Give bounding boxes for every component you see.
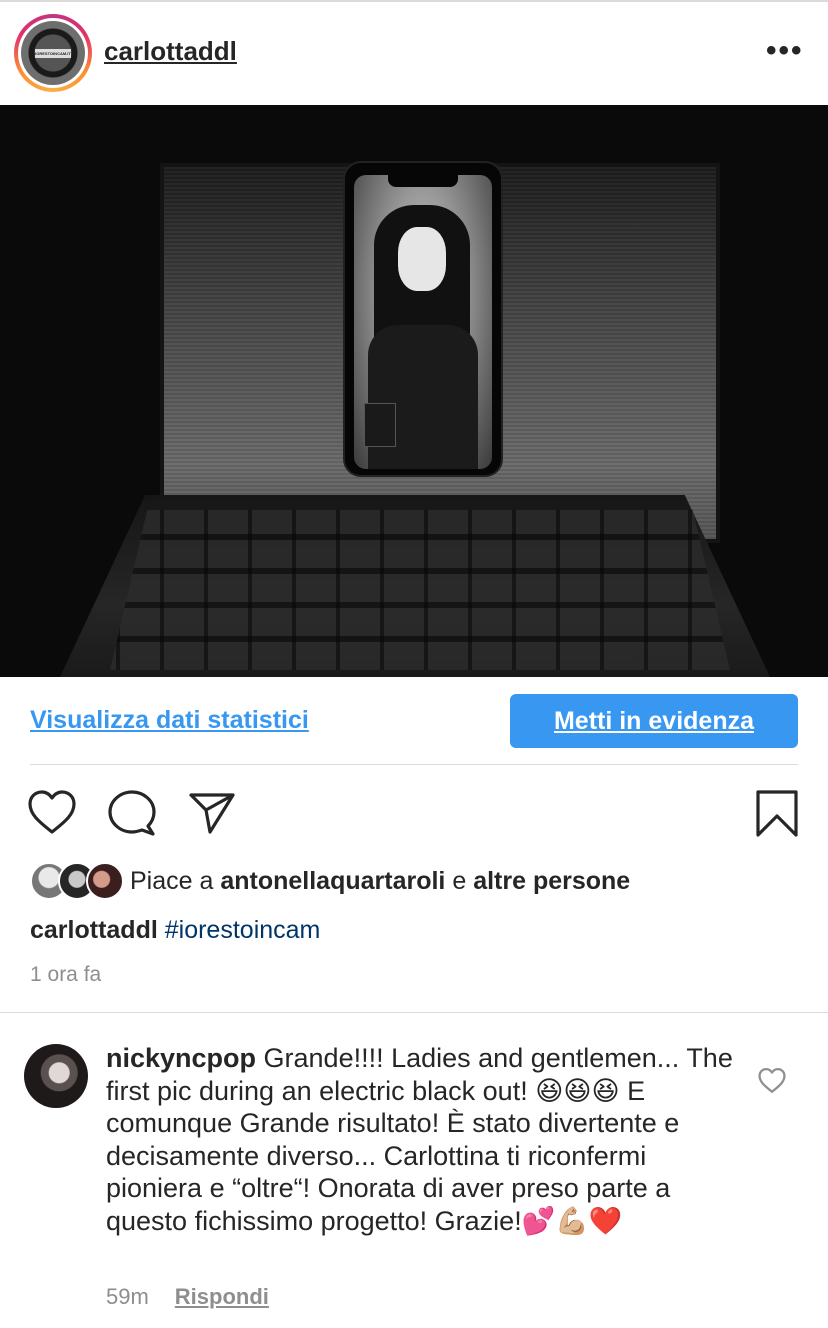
liker-username[interactable]: antonellaquartaroli	[220, 867, 445, 895]
heart-icon[interactable]	[28, 790, 76, 836]
avatar-badge-text: IORESTOINCAM.IT	[35, 49, 71, 58]
likes-text[interactable]: Piace a antonellaquartaroli e altre pers…	[130, 867, 630, 896]
post-caption: carlottaddl #iorestoincam	[30, 916, 320, 945]
comment-meta: 59m Rispondi	[106, 1284, 269, 1310]
post-username[interactable]: carlottaddl	[104, 36, 237, 67]
divider	[30, 764, 798, 765]
share-icon[interactable]	[188, 790, 236, 836]
comment-icon[interactable]	[108, 790, 156, 836]
profile-avatar[interactable]: IORESTOINCAM.IT	[14, 14, 92, 92]
liker-avatar	[86, 862, 124, 900]
smartphone	[343, 161, 503, 477]
comment-like-heart-icon[interactable]	[758, 1068, 786, 1094]
likes-others[interactable]: altre persone	[473, 867, 630, 895]
post-header: IORESTOINCAM.IT carlottaddl •••	[0, 2, 828, 105]
post-timestamp: 1 ora fa	[30, 963, 102, 986]
view-insights-link[interactable]: Visualizza dati statistici	[30, 706, 309, 735]
bookmark-icon[interactable]	[756, 790, 798, 838]
caption-hashtag[interactable]: #iorestoincam	[165, 916, 321, 944]
promote-button[interactable]: Metti in evidenza	[510, 694, 798, 748]
laptop-keyboard	[110, 510, 730, 670]
reply-button[interactable]: Rispondi	[175, 1284, 269, 1309]
commenter-username[interactable]: nickyncpop	[106, 1043, 256, 1073]
caption-username[interactable]: carlottaddl	[30, 916, 158, 944]
comment-text: nickyncpop Grande!!!! Ladies and gentlem…	[106, 1042, 746, 1237]
divider	[0, 1012, 828, 1013]
post-photo[interactable]	[0, 105, 828, 677]
more-options-icon[interactable]: •••	[766, 36, 806, 66]
likes-summary[interactable]: Piace a antonellaquartaroli e altre pers…	[30, 862, 810, 902]
video-call-preview	[364, 403, 396, 447]
comment-age: 59m	[106, 1284, 149, 1309]
commenter-avatar[interactable]	[24, 1044, 88, 1108]
